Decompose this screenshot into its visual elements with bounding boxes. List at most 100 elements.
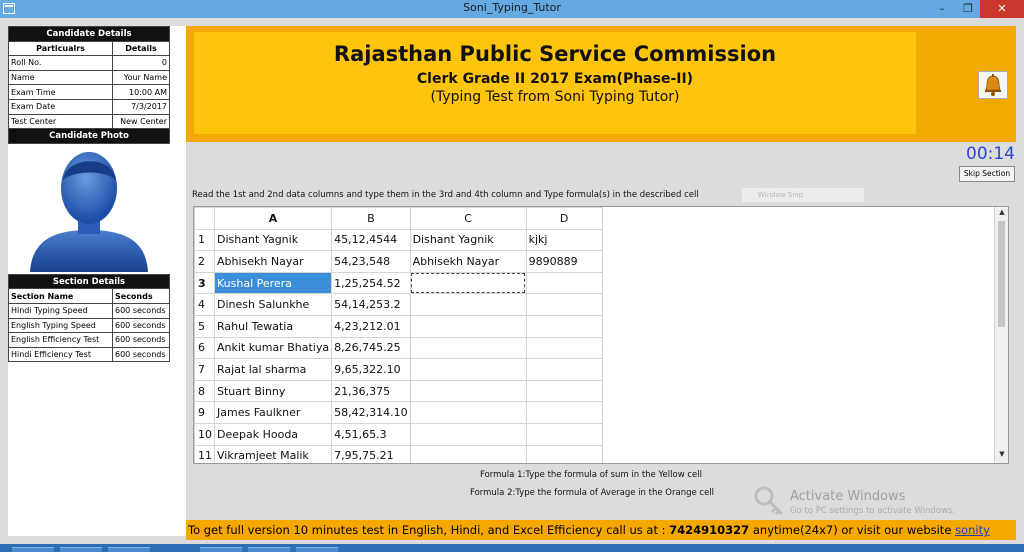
cell-c[interactable] [409, 401, 527, 424]
cell-d[interactable] [525, 422, 603, 446]
scrollbar-thumb[interactable] [998, 221, 1005, 327]
detail-label: Exam Time [8, 84, 113, 100]
cell-c-active[interactable] [409, 271, 527, 295]
section-name: Hindi Efficiency Test [8, 346, 113, 363]
cell-d[interactable] [525, 444, 603, 463]
close-button[interactable]: ✕ [980, 0, 1024, 18]
cell-a[interactable]: Rahul Tewatia [213, 314, 333, 338]
cell-c[interactable] [409, 444, 527, 463]
table-row: 7 Rajat lal sharma 9,65,322.10 [194, 358, 603, 381]
taskbar-button[interactable] [248, 547, 290, 552]
minimize-button[interactable]: – [930, 0, 954, 18]
cell-b[interactable]: 58,42,314.10 [331, 401, 411, 424]
cell-d[interactable] [525, 293, 603, 316]
row-number: 10 [194, 422, 215, 446]
cell-d[interactable]: 9890889 [525, 250, 603, 273]
vertical-scrollbar[interactable]: ▲ ▼ [994, 207, 1008, 463]
cell-b[interactable]: 9,65,322.10 [331, 358, 411, 381]
cell-d[interactable] [525, 314, 603, 338]
candidate-panel: Candidate Details Particualrs Details Ro… [8, 26, 186, 536]
table-row: 4 Dinesh Salunkhe 54,14,253.2 [194, 293, 603, 316]
cell-c[interactable] [409, 379, 527, 403]
taskbar-button[interactable] [60, 547, 102, 552]
bell-button[interactable] [978, 71, 1008, 99]
cell-d[interactable] [525, 336, 603, 360]
cell-d[interactable]: kjkj [525, 228, 603, 252]
column-header-c: C [409, 207, 527, 230]
cell-b[interactable]: 7,95,75.21 [331, 444, 411, 463]
taskbar-button[interactable] [108, 547, 150, 552]
header-banner: Rajasthan Public Service Commission Cler… [186, 26, 1016, 142]
cell-a-selected[interactable]: Kushal Perera [213, 271, 333, 295]
cell-d[interactable] [525, 401, 603, 424]
cell-c[interactable] [409, 293, 527, 316]
cell-b[interactable]: 21,36,375 [331, 379, 411, 403]
cell-c[interactable]: Dishant Yagnik [409, 228, 527, 252]
column-header-d: D [525, 207, 603, 230]
maximize-button[interactable]: ❐ [956, 0, 980, 18]
detail-label: Name [8, 69, 113, 86]
column-header-row: A B C D [194, 207, 603, 230]
section-seconds: 600 seconds [112, 302, 170, 319]
app-window: Candidate Details Particualrs Details Ro… [0, 18, 1024, 544]
detail-label: Exam Date [8, 98, 113, 115]
cell-a[interactable]: Deepak Hooda [213, 422, 333, 446]
cell-c[interactable] [409, 422, 527, 446]
website-link[interactable]: sonity [955, 523, 990, 537]
scroll-down-arrow-icon[interactable]: ▼ [995, 450, 1008, 462]
candidate-photo [8, 144, 170, 274]
section-seconds: 600 seconds [112, 317, 170, 334]
cell-c[interactable]: Abhisekh Nayar [409, 250, 527, 273]
cell-a[interactable]: Dishant Yagnik [213, 228, 333, 252]
spreadsheet: A B C D 1 Dishant Yagnik 45,12,4544 Dish… [193, 206, 1009, 464]
banner-text-box: Rajasthan Public Service Commission Cler… [194, 32, 916, 134]
details-col-header: Details [112, 40, 170, 57]
formula-2-text: Formula 2:Type the formula of Average in… [470, 488, 715, 498]
cell-a[interactable]: Vikramjeet Malik [213, 444, 333, 463]
section-seconds: 600 seconds [112, 346, 170, 363]
window-title: Soni_Typing_Tutor [463, 1, 561, 14]
cell-b[interactable]: 4,23,212.01 [331, 314, 411, 338]
row-number: 6 [194, 336, 215, 360]
key-icon [754, 486, 784, 516]
cell-b[interactable]: 4,51,65.3 [331, 422, 411, 446]
detail-value: New Center [112, 113, 170, 130]
cell-d[interactable] [525, 271, 603, 295]
cell-a[interactable]: Dinesh Salunkhe [213, 293, 333, 316]
cell-b[interactable]: 54,14,253.2 [331, 293, 411, 316]
cell-c[interactable] [409, 358, 527, 381]
cell-a[interactable]: Stuart Binny [213, 379, 333, 403]
taskbar-button[interactable] [200, 547, 242, 552]
bell-icon [985, 74, 1001, 96]
banner-tagline: (Typing Test from Soni Typing Tutor) [430, 89, 680, 105]
cell-c[interactable] [409, 314, 527, 338]
taskbar-button[interactable] [296, 547, 338, 552]
taskbar [0, 544, 1024, 552]
seconds-col-header: Seconds [112, 288, 170, 304]
cell-b[interactable]: 45,12,4544 [331, 228, 411, 252]
taskbar-button[interactable] [12, 547, 54, 552]
section-details-header: Section Details [8, 273, 170, 290]
candidate-details-header: Candidate Details [8, 26, 170, 42]
row-number: 8 [194, 379, 215, 403]
cell-b[interactable]: 1,25,254.52 [331, 271, 411, 295]
cell-a[interactable]: James Faulkner [213, 401, 333, 424]
footer-phone: 7424910327 [669, 523, 750, 537]
skip-section-button[interactable]: Skip Section [959, 166, 1015, 182]
cell-a[interactable]: Ankit kumar Bhatiya [213, 336, 333, 360]
title-bar: Soni_Typing_Tutor – ❐ ✕ [0, 0, 1024, 18]
cell-b[interactable]: 54,23,548 [331, 250, 411, 273]
avatar-icon [30, 151, 148, 272]
cell-d[interactable] [525, 358, 603, 381]
cell-c[interactable] [409, 336, 527, 360]
cell-b[interactable]: 8,26,745.25 [331, 336, 411, 360]
detail-value: 10:00 AM [112, 84, 170, 100]
cell-a[interactable]: Abhisekh Nayar [213, 250, 333, 273]
window-snip-overlay: Window Snip [742, 188, 864, 202]
detail-value: 0 [112, 55, 170, 71]
activate-windows-title: Activate Windows [790, 489, 906, 504]
cell-a[interactable]: Rajat lal sharma [213, 358, 333, 381]
scroll-up-arrow-icon[interactable]: ▲ [995, 208, 1008, 220]
cell-d[interactable] [525, 379, 603, 403]
spreadsheet-grid: A B C D 1 Dishant Yagnik 45,12,4544 Dish… [194, 207, 603, 463]
